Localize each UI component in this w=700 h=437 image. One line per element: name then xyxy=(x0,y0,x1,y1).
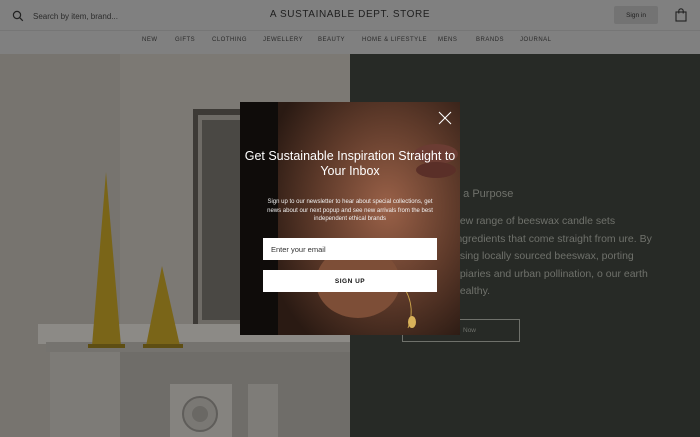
nav-item-home-lifestyle[interactable]: HOME & LIFESTYLE xyxy=(362,37,427,43)
nav-item-beauty[interactable]: BEAUTY xyxy=(318,37,345,43)
header-divider xyxy=(0,30,700,31)
email-field[interactable] xyxy=(263,238,437,260)
hero-cta-label: Now xyxy=(463,327,477,334)
shopping-bag-icon[interactable] xyxy=(675,8,687,22)
hero-body-text: new range of beeswax candle sets ingredi… xyxy=(454,215,652,297)
close-icon[interactable] xyxy=(437,110,453,126)
nav-item-clothing[interactable]: CLOTHING xyxy=(212,37,247,43)
site-header: A SUSTAINABLE DEPT. STORE Sign in NEW GI… xyxy=(0,0,700,54)
nav-item-jewellery[interactable]: JEWELLERY xyxy=(263,37,303,43)
hero-kicker: h a Purpose xyxy=(454,188,514,200)
sign-up-button[interactable]: SIGN UP xyxy=(263,270,437,292)
nav-item-mens[interactable]: MENS xyxy=(438,37,457,43)
newsletter-modal: Get Sustainable Inspiration Straight to … xyxy=(240,102,460,335)
store-logo[interactable]: A SUSTAINABLE DEPT. STORE xyxy=(0,9,700,20)
main-nav: NEW GIFTS CLOTHING JEWELLERY BEAUTY HOME… xyxy=(0,37,700,49)
modal-title: Get Sustainable Inspiration Straight to … xyxy=(244,149,456,178)
modal-description: Sign up to our newsletter to hear about … xyxy=(267,199,433,222)
nav-item-gifts[interactable]: GIFTS xyxy=(175,37,195,43)
nav-item-journal[interactable]: JOURNAL xyxy=(520,37,552,43)
sign-in-button[interactable]: Sign in xyxy=(614,6,658,24)
nav-item-brands[interactable]: BRANDS xyxy=(476,37,504,43)
nav-item-new[interactable]: NEW xyxy=(142,37,158,43)
